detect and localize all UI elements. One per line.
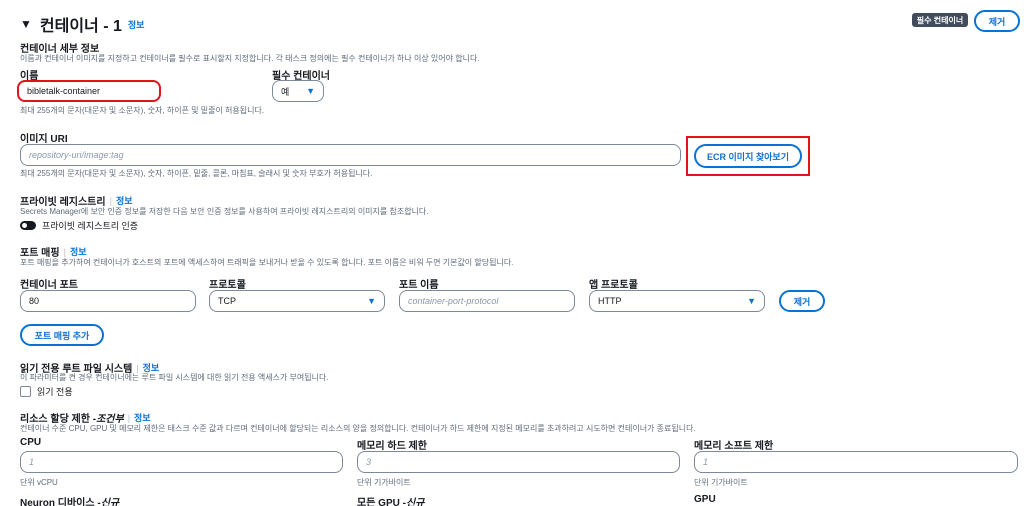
image-uri-hint: 최대 255개의 문자(대문자 및 소문자), 숫자, 하이픈, 밑줄, 콜론,… bbox=[20, 169, 373, 178]
memory-soft-input[interactable]: 1 bbox=[694, 451, 1018, 473]
browse-ecr-images-button[interactable]: ECR 이미지 찾아보기 bbox=[694, 144, 802, 168]
container-name-value: bibletalk-container bbox=[27, 86, 101, 96]
resources-description: 컨테이너 수준 CPU, GPU 및 메모리 제한은 태스크 수준 값과 다르며… bbox=[20, 424, 696, 433]
container-header: ▼ 컨테이너 - 1 정보 bbox=[20, 12, 144, 36]
private-registry-toggle-row: 프라이빗 레지스트리 인증 bbox=[20, 219, 138, 232]
neuron-label-main: Neuron 디바이스 - bbox=[20, 498, 101, 506]
readonly-checkbox-label: 읽기 전용 bbox=[37, 387, 73, 397]
memory-hard-label: 메모리 하드 제한 bbox=[357, 441, 427, 452]
divider: | bbox=[127, 412, 131, 423]
remove-container-button[interactable]: 제거 bbox=[974, 10, 1020, 32]
essential-value: 예 bbox=[281, 86, 290, 97]
required-container-badge: 필수 컨테이너 bbox=[912, 13, 968, 27]
private-registry-toggle[interactable] bbox=[20, 221, 36, 230]
cpu-unit: 단위 vCPU bbox=[20, 478, 58, 487]
add-port-mapping-button[interactable]: 포트 매핑 추가 bbox=[20, 324, 104, 346]
memory-soft-label: 메모리 소프트 제한 bbox=[694, 441, 774, 452]
memory-soft-unit: 단위 기가바이트 bbox=[694, 478, 748, 487]
essential-select[interactable]: 예 ▼ bbox=[272, 80, 324, 102]
dropdown-caret-icon: ▼ bbox=[367, 296, 376, 306]
memory-soft-placeholder: 1 bbox=[703, 457, 709, 467]
cpu-input[interactable]: 1 bbox=[20, 451, 343, 473]
readonly-fs-description: 이 파라미터를 켠 경우 컨테이너에는 루트 파일 시스템에 대한 읽기 전용 … bbox=[20, 373, 329, 382]
image-uri-label: 이미지 URI bbox=[20, 134, 68, 145]
dropdown-caret-icon: ▼ bbox=[747, 296, 756, 306]
app-protocol-select[interactable]: HTTP ▼ bbox=[589, 290, 765, 312]
neuron-devices-label: Neuron 디바이스 - 신규 bbox=[20, 494, 119, 506]
remove-port-mapping-button[interactable]: 제거 bbox=[779, 290, 825, 312]
protocol-value: TCP bbox=[218, 296, 236, 306]
all-gpus-label-main: 모든 GPU - bbox=[357, 498, 406, 506]
port-name-placeholder: container-port-protocol bbox=[408, 296, 499, 306]
container-title: 컨테이너 - 1 bbox=[39, 18, 122, 35]
app-protocol-value: HTTP bbox=[598, 296, 622, 306]
image-uri-input[interactable]: repository-uri/image:tag bbox=[20, 144, 681, 166]
container-name-input[interactable]: bibletalk-container bbox=[17, 80, 161, 102]
port-name-label: 포트 이름 bbox=[399, 280, 439, 291]
port-mapping-description: 포트 매핑을 추가하여 컨테이너가 호스트의 포트에 액세스하여 트래픽을 보내… bbox=[20, 258, 514, 267]
cpu-label: CPU bbox=[20, 437, 42, 448]
private-registry-toggle-label: 프라이빗 레지스트리 인증 bbox=[42, 221, 139, 231]
dropdown-caret-icon: ▼ bbox=[306, 86, 315, 96]
app-protocol-label: 앱 프로토콜 bbox=[589, 280, 638, 291]
all-gpus-label-new: 신규 bbox=[405, 498, 425, 506]
details-description: 이름과 컨테이너 이미지를 지정하고 컨테이너를 필수로 표시할지 지정합니다.… bbox=[20, 54, 480, 63]
memory-hard-placeholder: 3 bbox=[366, 457, 372, 467]
port-name-input[interactable]: container-port-protocol bbox=[399, 290, 575, 312]
container-info-link[interactable]: 정보 bbox=[128, 18, 145, 31]
container-port-label: 컨테이너 포트 bbox=[20, 280, 78, 291]
neuron-label-new: 신규 bbox=[100, 498, 120, 506]
image-uri-placeholder: repository-uri/image:tag bbox=[29, 150, 124, 160]
divider: | bbox=[109, 195, 112, 206]
container-port-value: 80 bbox=[29, 296, 40, 306]
memory-hard-input[interactable]: 3 bbox=[357, 451, 680, 473]
readonly-checkbox-row: 읽기 전용 bbox=[20, 385, 73, 398]
gpu-label: GPU bbox=[694, 494, 716, 505]
divider: | bbox=[63, 246, 66, 257]
protocol-label: 프로토콜 bbox=[209, 280, 246, 291]
private-registry-description: Secrets Manager에 보안 인증 정보를 저장한 다음 보안 인증 … bbox=[20, 207, 429, 216]
name-hint: 최대 255개의 문자(대문자 및 소문자), 숫자, 하이픈 및 밑줄이 허용… bbox=[20, 106, 265, 115]
container-port-input[interactable]: 80 bbox=[20, 290, 196, 312]
divider: | bbox=[136, 362, 139, 373]
collapse-toggle-icon[interactable]: ▼ bbox=[20, 17, 32, 31]
cpu-placeholder: 1 bbox=[29, 457, 35, 467]
protocol-select[interactable]: TCP ▼ bbox=[209, 290, 385, 312]
all-gpus-label: 모든 GPU - 신규 bbox=[357, 494, 424, 506]
memory-hard-unit: 단위 기가바이트 bbox=[357, 478, 411, 487]
readonly-checkbox[interactable] bbox=[20, 386, 31, 397]
